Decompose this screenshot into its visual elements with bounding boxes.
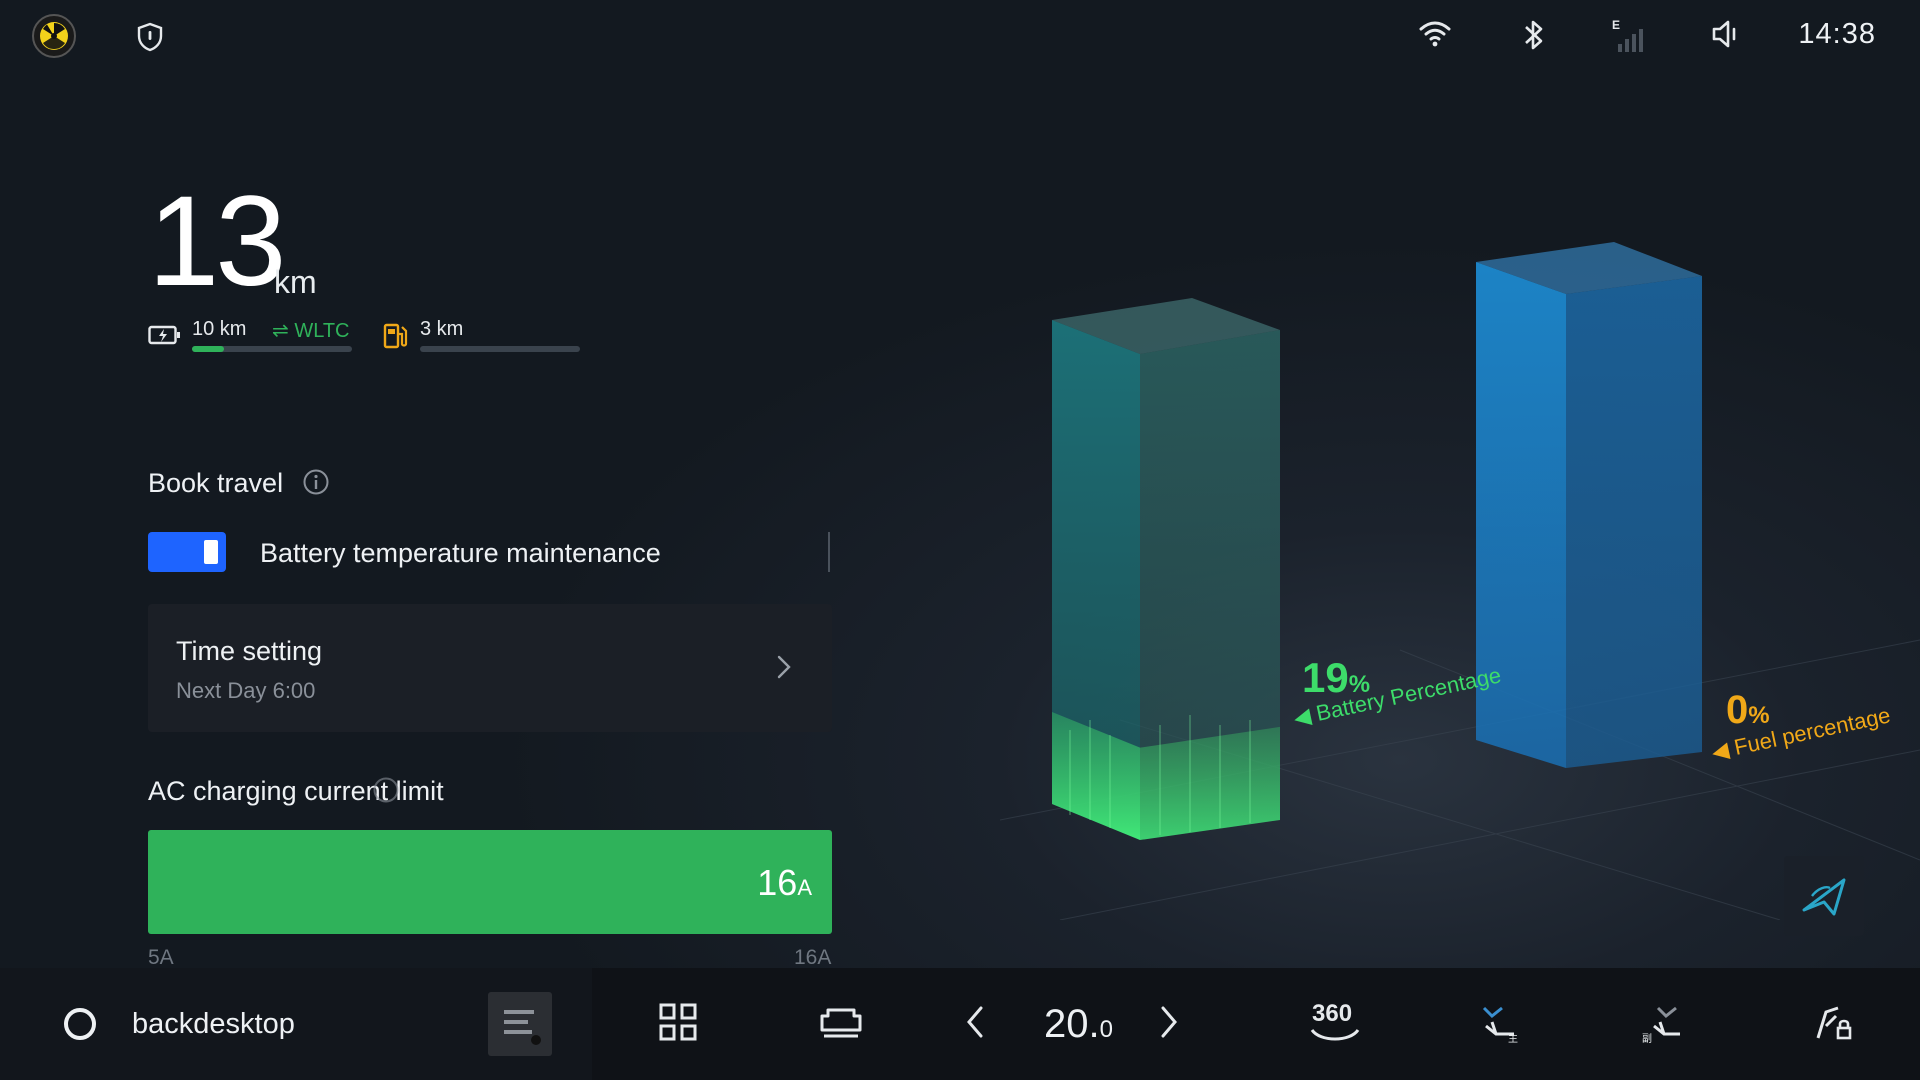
status-bar: E 14:38: [0, 0, 1920, 72]
toggle-knob: [204, 540, 218, 564]
shield-icon[interactable]: [136, 22, 164, 52]
ac-current-slider[interactable]: 16A: [148, 830, 832, 934]
passenger-seat-heat-icon[interactable]: 副: [1640, 1002, 1684, 1044]
dock-home-area: backdesktop: [0, 968, 592, 1080]
fuel-range-bar: [420, 346, 580, 352]
time-setting-value: Next Day 6:00: [176, 678, 316, 703]
camera-360-button[interactable]: 360: [1308, 998, 1362, 1048]
fuel-pct-number: 0: [1726, 688, 1749, 732]
volume-muted-icon[interactable]: [1710, 18, 1744, 50]
battery-maintenance-label: Battery temperature maintenance: [260, 538, 661, 568]
eco-drive-button[interactable]: [1784, 856, 1864, 936]
svg-text:主: 主: [1508, 1033, 1518, 1044]
fuel-pump-icon: [383, 323, 408, 349]
apps-grid-icon[interactable]: [658, 1002, 698, 1042]
total-range-value: 13: [148, 170, 286, 313]
fuel-pct-unit: %: [1748, 702, 1770, 729]
temperature-decimal: 0: [1099, 1016, 1113, 1043]
wltc-text: WLTC: [294, 320, 350, 342]
temp-increase-icon[interactable]: [1158, 1002, 1180, 1042]
fuel-percentage-value: 0%: [1726, 688, 1770, 733]
brand-logo-icon[interactable]: [32, 14, 76, 58]
car-seat-icon[interactable]: [816, 1002, 866, 1042]
ac-current-value: 16A: [757, 862, 812, 904]
time-setting-title: Time setting: [176, 636, 323, 666]
battery-column: [1052, 298, 1280, 840]
temperature-main: 20.: [1044, 1002, 1100, 1046]
recent-app-thumbnail[interactable]: [488, 992, 552, 1056]
book-travel-title: Book travel: [148, 468, 284, 498]
screen: E 14:38 13 km 10 km ⇌ WLTC 3 km Book tra…: [0, 0, 1920, 1080]
ac-value-unit: A: [797, 875, 812, 900]
temperature-display: 20.0: [1044, 1002, 1113, 1047]
temp-decrease-icon[interactable]: [964, 1002, 986, 1042]
battery-maintenance-toggle[interactable]: [148, 532, 226, 572]
camera-360-label: 360: [1312, 1000, 1353, 1027]
ac-min-label: 5A: [148, 946, 174, 969]
fuel-column: [1476, 242, 1702, 768]
home-label[interactable]: backdesktop: [132, 1008, 295, 1041]
battery-charging-icon: [148, 325, 180, 345]
divider: [828, 532, 830, 572]
clock: 14:38: [1798, 18, 1876, 50]
fuel-range-value: 3 km: [420, 318, 464, 340]
home-button[interactable]: [64, 1008, 96, 1040]
app-thumbnail-icon: [504, 1010, 541, 1045]
wifi-icon[interactable]: [1418, 18, 1452, 48]
signal-label: E: [1612, 18, 1621, 32]
leaf-arrow-icon: [1802, 878, 1846, 916]
cellular-signal-icon[interactable]: E: [1612, 18, 1646, 52]
battery-pct-number: 19: [1302, 654, 1349, 701]
seat-lock-icon[interactable]: [1812, 1002, 1854, 1044]
chevron-right-icon: [777, 655, 791, 679]
bluetooth-icon[interactable]: [1522, 18, 1546, 52]
time-setting-card[interactable]: Time setting Next Day 6:00: [148, 604, 832, 732]
total-range-unit: km: [274, 264, 317, 300]
wltc-label[interactable]: ⇌ WLTC: [272, 318, 350, 343]
rotate-arc-icon: [1310, 1028, 1360, 1041]
driver-seat-heat-icon[interactable]: 主: [1478, 1002, 1522, 1044]
electric-range-bar: [192, 346, 352, 352]
ac-max-label: 16A: [794, 946, 832, 969]
ac-info-icon[interactable]: [372, 776, 400, 804]
ac-value-number: 16: [757, 862, 798, 903]
info-icon[interactable]: [302, 468, 330, 496]
bottom-dock: backdesktop 20.0 360 主 副: [0, 968, 1920, 1080]
electric-range-fill: [192, 346, 224, 352]
svg-text:副: 副: [1642, 1033, 1652, 1044]
energy-level-visual: [1000, 242, 1920, 920]
electric-range-value: 10 km: [192, 318, 247, 340]
